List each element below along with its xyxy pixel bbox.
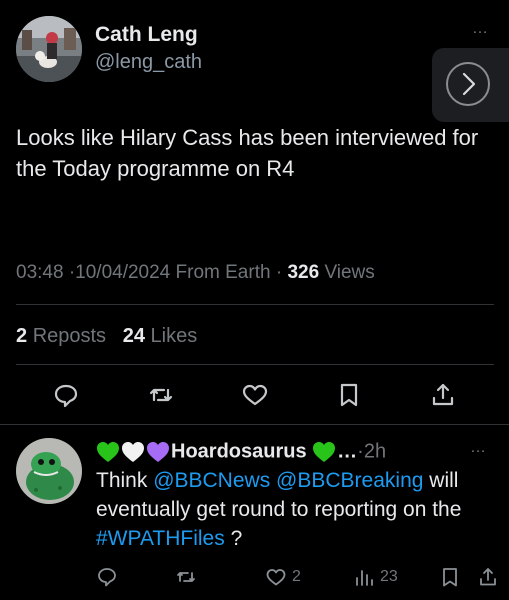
tweet-source: From Earth: [175, 262, 271, 283]
share-icon: [480, 568, 496, 586]
views-count: 326: [287, 262, 320, 283]
tweet-date[interactable]: 10/04/2024: [75, 262, 170, 283]
heart-icon[interactable]: [240, 380, 270, 410]
tweet-time[interactable]: 03:48: [16, 262, 64, 283]
separator: ·: [275, 262, 283, 283]
divider: [16, 304, 494, 305]
comment-icon: [98, 568, 116, 587]
tweet-header: Cath Leng @leng_cath …: [16, 16, 496, 86]
reply-like-count: 2: [292, 568, 301, 585]
author-avatar[interactable]: [16, 16, 82, 82]
views-label: Views: [324, 262, 375, 283]
more-options-icon[interactable]: …: [472, 20, 489, 38]
reply-author-name[interactable]: Hoardosaurus: [171, 441, 307, 463]
views-icon: [356, 570, 373, 586]
mention-bbcnews[interactable]: @BBCNews: [153, 469, 270, 492]
green-heart-icon: [97, 441, 119, 462]
name-ellipsis: …: [337, 440, 358, 463]
repost-icon: [177, 572, 195, 582]
reply-time[interactable]: 2h: [364, 441, 386, 463]
likes-label[interactable]: Likes: [151, 325, 198, 347]
purple-heart-icon: [147, 441, 169, 462]
divider: [16, 364, 494, 365]
bookmark-icon[interactable]: [334, 380, 364, 410]
reply-views-button[interactable]: 23: [352, 564, 398, 590]
comment-icon[interactable]: [51, 380, 81, 410]
reply-avatar[interactable]: [16, 438, 82, 504]
author-handle[interactable]: @leng_cath: [95, 49, 202, 75]
mention-bbcbreaking[interactable]: @BBCBreaking: [276, 469, 423, 492]
repost-icon[interactable]: [146, 380, 176, 410]
heart-icon: [266, 569, 286, 586]
reply-views-count: 23: [380, 568, 398, 585]
reply-text-part: Think: [96, 469, 154, 492]
divider: [0, 424, 509, 425]
reply-text: Think @BBCNews @BBCBreaking will eventua…: [96, 466, 498, 553]
share-icon[interactable]: [428, 380, 458, 410]
reply-bookmark-button[interactable]: [438, 564, 466, 590]
separator: ·: [357, 440, 364, 463]
likes-count[interactable]: 24: [123, 325, 145, 347]
engagement-stats: 2 Reposts 24 Likes: [16, 322, 197, 350]
chevron-right-icon[interactable]: [446, 62, 490, 106]
reply-comment-button[interactable]: [95, 564, 123, 590]
reposts-label[interactable]: Reposts: [33, 325, 106, 347]
reply-text-part: ?: [224, 527, 243, 550]
reply-repost-button[interactable]: [174, 564, 202, 590]
reply-header: Hoardosaurus …·2h: [96, 436, 386, 466]
more-options-icon[interactable]: …: [470, 439, 487, 457]
reply-like-button[interactable]: 2: [264, 564, 301, 590]
green-heart-icon: [313, 441, 336, 462]
reposts-count[interactable]: 2: [16, 325, 27, 347]
author-name[interactable]: Cath Leng: [95, 21, 202, 49]
hashtag-link[interactable]: #WPATHFiles: [96, 527, 225, 550]
white-heart-icon: [122, 441, 144, 462]
reply-share-button[interactable]: [476, 564, 504, 590]
tweet-text: Looks like Hilary Cass has been intervie…: [16, 125, 479, 181]
bookmark-icon: [443, 568, 457, 587]
reply-actions: 2 23: [0, 564, 509, 592]
tweet-meta: 03:48 ·10/04/2024 From Earth · 326 Views: [16, 260, 375, 286]
next-media-panel[interactable]: [432, 48, 509, 122]
tweet-actions: [0, 380, 509, 414]
